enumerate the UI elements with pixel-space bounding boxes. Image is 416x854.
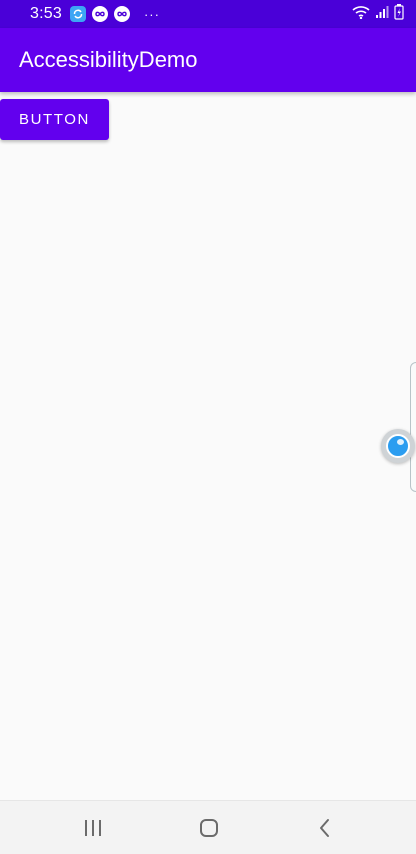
wifi-icon [352,5,370,24]
edge-panel-handle[interactable] [410,362,416,492]
back-icon [320,819,329,837]
system-status-icons [352,3,404,25]
infinity-icon [113,6,130,22]
home-icon [200,819,218,837]
recent-apps-button[interactable] [63,801,123,854]
assistive-ball-icon [386,434,410,458]
assistive-floating-button[interactable] [381,429,415,463]
app-bar: AccessibilityDemo [0,28,416,92]
status-bar: 3:53 ··· [0,0,416,28]
battery-icon [394,3,404,25]
main-button[interactable]: BUTTON [0,99,109,140]
status-time: 3:53 [30,5,62,22]
app-title: AccessibilityDemo [19,47,198,72]
navigation-bar [0,800,416,854]
signal-icon [375,5,389,24]
home-button[interactable] [179,801,239,854]
screen: 3:53 ··· AccessibilityDemo BUTTON [0,0,416,854]
recent-apps-icon [85,820,101,836]
sync-icon [69,6,86,22]
back-button[interactable] [295,801,355,854]
infinity-icon [91,6,108,22]
more-notifications-icon: ··· [143,6,160,22]
